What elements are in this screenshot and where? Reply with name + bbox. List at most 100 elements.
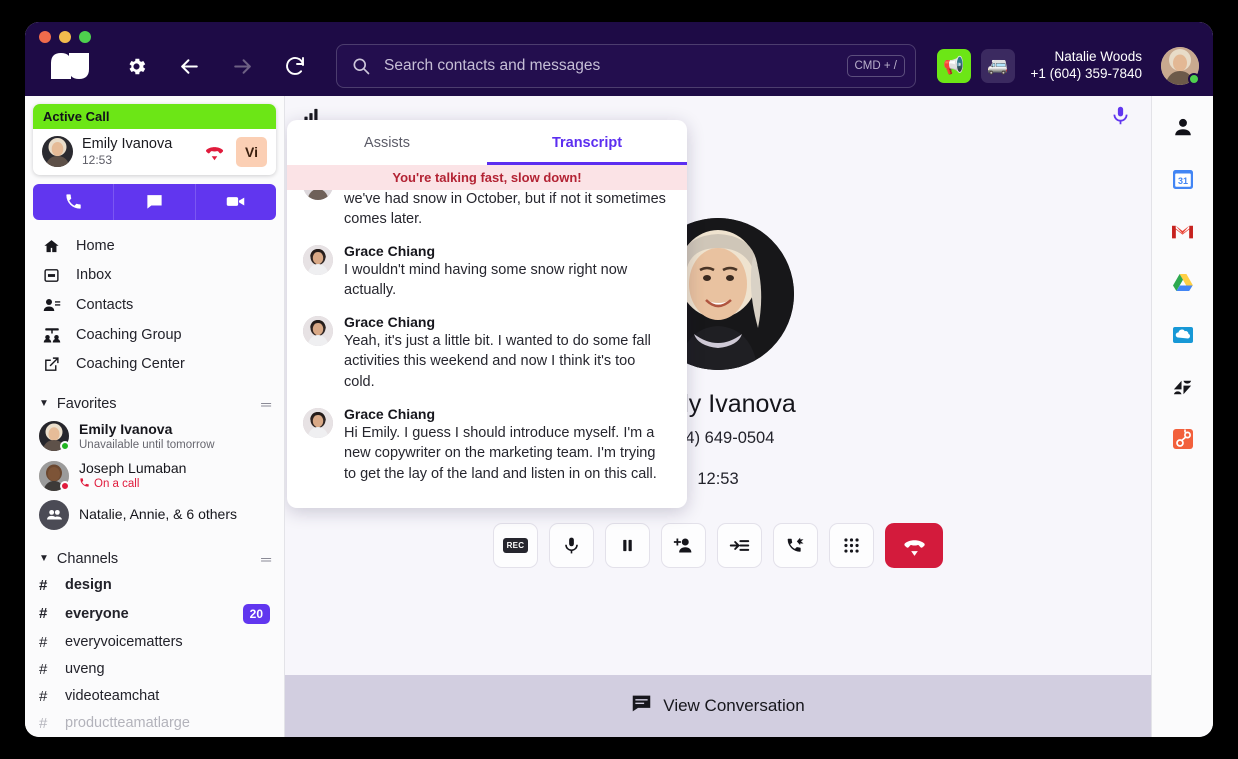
hash-icon: # [39, 688, 65, 705]
favorites-section-header[interactable]: ▼ Favorites ═ [25, 389, 284, 417]
hash-icon: # [39, 661, 65, 678]
sidebar-nav-list: Home Inbox Contacts [25, 232, 284, 379]
back-arrow-icon[interactable] [176, 53, 202, 79]
hubspot-icon[interactable] [1170, 426, 1196, 452]
home-icon [42, 238, 61, 255]
close-window-button[interactable] [39, 31, 51, 43]
transfer-to-queue-button[interactable] [717, 523, 762, 568]
contact-icon[interactable] [1170, 114, 1196, 140]
contacts-icon [42, 296, 61, 314]
view-conversation-button[interactable]: View Conversation [285, 675, 1151, 737]
transcript-scroll-area[interactable]: Yeah it's normal. It's certainly not the… [287, 190, 687, 508]
video-initials-badge[interactable]: Vi [236, 137, 267, 167]
megaphone-icon[interactable]: 📢 [937, 49, 971, 83]
drag-handle-icon[interactable]: ═ [261, 551, 270, 567]
van-icon[interactable]: 🚐 [981, 49, 1015, 83]
search-shortcut-badge: CMD + / [847, 55, 906, 77]
sidebar-item-inbox[interactable]: Inbox [25, 261, 284, 290]
sidebar-item-coaching-center[interactable]: Coaching Center [25, 350, 284, 379]
hold-button[interactable] [605, 523, 650, 568]
list-item: Grace Chiang I wouldn't mind having some… [303, 243, 669, 301]
maximize-window-button[interactable] [79, 31, 91, 43]
keypad-button[interactable] [829, 523, 874, 568]
settings-icon[interactable] [123, 53, 149, 79]
list-item[interactable]: # videoteamchat [25, 683, 284, 710]
list-item: Grace Chiang Yeah, it's just a little bi… [303, 314, 669, 393]
message-text: Yeah it's normal. It's certainly not the… [344, 190, 669, 230]
minimize-window-button[interactable] [59, 31, 71, 43]
hash-icon: # [39, 634, 65, 651]
hash-icon: # [39, 605, 65, 622]
phone-icon[interactable] [33, 184, 114, 220]
message-icon[interactable] [114, 184, 195, 220]
hangup-icon[interactable] [204, 141, 225, 162]
forward-arrow-icon[interactable] [229, 53, 255, 79]
app-body: Active Call Emily Ivanova 12:53 [25, 96, 1213, 737]
list-item: Yeah it's normal. It's certainly not the… [303, 190, 669, 230]
zendesk-icon[interactable] [1170, 374, 1196, 400]
unread-count-badge: 20 [243, 604, 270, 624]
sidebar-item-home[interactable]: Home [25, 232, 284, 261]
active-call-header: Active Call [33, 104, 276, 129]
active-call-body: Emily Ivanova 12:53 Vi [33, 129, 276, 175]
view-conversation-label: View Conversation [663, 696, 804, 716]
salesforce-icon[interactable] [1170, 322, 1196, 348]
current-user-phone: +1 (604) 359-7840 [1031, 66, 1142, 83]
message-text: Hi Emily. I guess I should introduce mys… [344, 423, 669, 485]
sidebar-item-label: Contacts [76, 297, 133, 313]
message-text: Yeah, it's just a little bit. I wanted t… [344, 331, 669, 393]
list-item[interactable]: # design [25, 572, 284, 599]
google-calendar-icon[interactable]: 31 [1170, 166, 1196, 192]
end-call-button[interactable] [885, 523, 943, 568]
favorite-name: Emily Ivanova [79, 421, 215, 438]
message-speaker: Grace Chiang [344, 314, 669, 330]
current-user-info[interactable]: Natalie Woods +1 (604) 359-7840 [1031, 49, 1142, 83]
search-input[interactable]: Search contacts and messages [384, 57, 847, 75]
window-controls [39, 31, 91, 43]
record-button[interactable]: REC [493, 523, 538, 568]
add-participant-button[interactable] [661, 523, 706, 568]
channels-section-header[interactable]: ▼ Channels ═ [25, 544, 284, 572]
list-item[interactable]: Joseph Lumaban On a call [25, 456, 284, 496]
gmail-icon[interactable] [1170, 218, 1196, 244]
message-body: Yeah it's normal. It's certainly not the… [344, 190, 669, 230]
tab-assists[interactable]: Assists [287, 120, 487, 165]
list-item[interactable]: # everyone 20 [25, 599, 284, 629]
favorite-text: Natalie, Annie, & 6 others [79, 506, 237, 523]
microphone-icon[interactable] [1110, 105, 1131, 126]
call-controls: REC [493, 523, 943, 568]
titlebar-right-group: 📢 🚐 Natalie Woods +1 (604) 359-7840 [937, 47, 1199, 85]
presence-dot [60, 481, 70, 491]
tab-transcript[interactable]: Transcript [487, 120, 687, 165]
search-bar[interactable]: Search contacts and messages CMD + / [336, 44, 916, 88]
favorite-status: On a call [94, 477, 139, 491]
phone-small-icon [79, 477, 90, 492]
favorite-status-wrap: On a call [79, 477, 186, 492]
channel-name: everyvoicematters [65, 634, 270, 650]
list-item[interactable]: # productteamatlarge [25, 710, 284, 737]
message-speaker: Grace Chiang [344, 243, 669, 259]
sidebar-item-label: Coaching Group [76, 327, 182, 343]
active-call-avatar [42, 136, 73, 167]
favorite-name: Joseph Lumaban [79, 460, 186, 477]
avatar[interactable] [1161, 47, 1199, 85]
message-avatar [303, 190, 333, 200]
list-item[interactable]: # everyvoicematters [25, 629, 284, 656]
active-call-card[interactable]: Active Call Emily Ivanova 12:53 [33, 104, 276, 175]
message-speaker: Grace Chiang [344, 406, 669, 422]
reload-icon[interactable] [282, 53, 308, 79]
drag-handle-icon[interactable]: ═ [261, 396, 270, 412]
list-item[interactable]: Natalie, Annie, & 6 others [25, 496, 284, 534]
message-avatar [303, 316, 333, 346]
mute-button[interactable] [549, 523, 594, 568]
sidebar-item-coaching-group[interactable]: Coaching Group [25, 320, 284, 350]
video-icon[interactable] [196, 184, 276, 220]
dialpad-logo[interactable] [47, 49, 93, 83]
sidebar-item-contacts[interactable]: Contacts [25, 290, 284, 320]
list-item[interactable]: # uveng [25, 656, 284, 683]
list-item[interactable]: Emily Ivanova Unavailable until tomorrow [25, 417, 284, 456]
search-icon [351, 56, 371, 76]
favorite-name: Natalie, Annie, & 6 others [79, 506, 237, 523]
call-transfer-button[interactable] [773, 523, 818, 568]
google-drive-icon[interactable] [1170, 270, 1196, 296]
